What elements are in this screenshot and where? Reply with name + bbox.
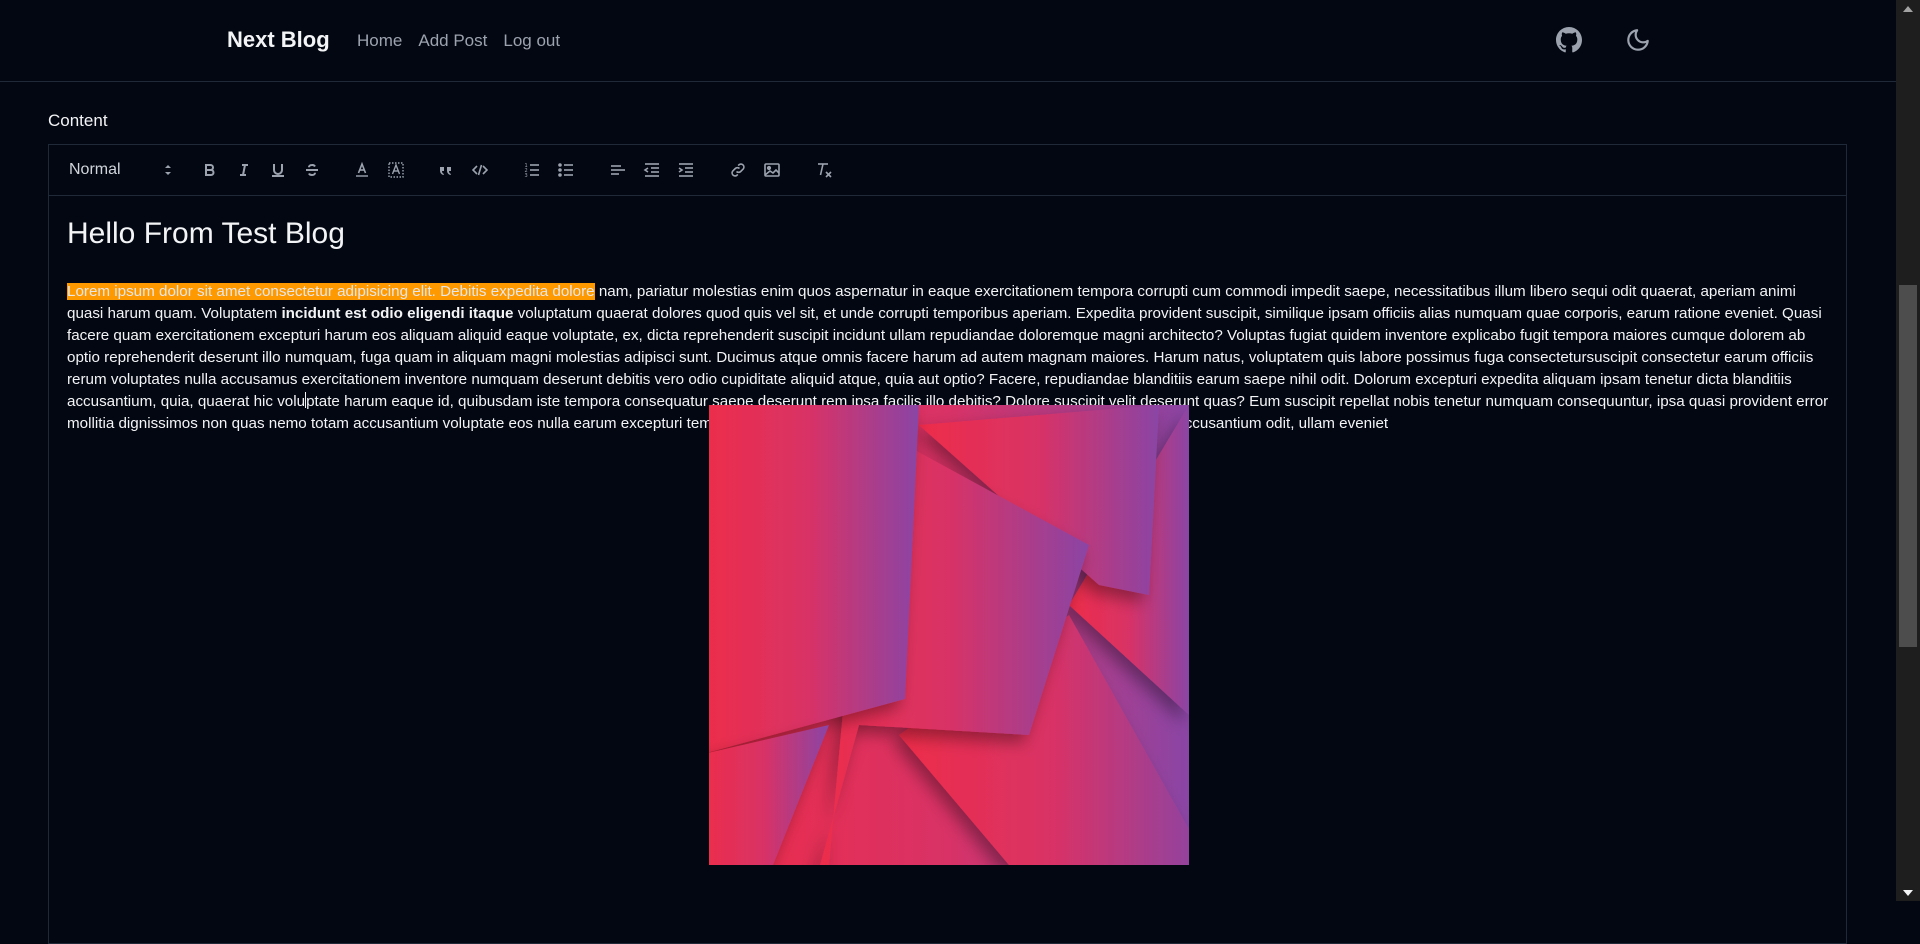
indent-decrease-icon[interactable]: [641, 159, 663, 181]
highlighted-text: Lorem ipsum dolor sit amet consectetur a…: [67, 283, 595, 300]
page-scrollbar[interactable]: [1896, 0, 1920, 901]
font-color-icon[interactable]: [351, 159, 373, 181]
scrollbar-thumb[interactable]: [1899, 285, 1917, 647]
abstract-gradient-image: [709, 405, 1189, 865]
rich-text-editor: Normal 123 Hello From Test Blog Lorem ip…: [48, 144, 1847, 944]
code-block-icon[interactable]: [469, 159, 491, 181]
moon-icon[interactable]: [1624, 26, 1652, 54]
strikethrough-icon[interactable]: [301, 159, 323, 181]
scroll-up-arrow-icon[interactable]: [1896, 0, 1920, 17]
clear-format-icon[interactable]: [813, 159, 835, 181]
bold-text: incidunt est odio eligendi itaque: [281, 305, 514, 322]
image-icon[interactable]: [761, 159, 783, 181]
italic-icon[interactable]: [233, 159, 255, 181]
navbar: Next Blog Home Add Post Log out: [0, 0, 1896, 82]
svg-text:3: 3: [525, 173, 528, 179]
blockquote-icon[interactable]: [435, 159, 457, 181]
align-icon[interactable]: [607, 159, 629, 181]
content-label: Content: [48, 111, 108, 130]
bullet-list-icon[interactable]: [555, 159, 577, 181]
post-image: [709, 405, 1189, 865]
post-heading: Hello From Test Blog: [67, 217, 345, 250]
background-color-icon[interactable]: [385, 159, 407, 181]
github-icon[interactable]: [1555, 26, 1583, 54]
nav-links: Home Add Post Log out: [357, 31, 560, 51]
nav-link-add-post[interactable]: Add Post: [418, 31, 487, 51]
select-arrows-icon: [165, 165, 171, 175]
link-icon[interactable]: [727, 159, 749, 181]
scroll-down-arrow-icon[interactable]: [1896, 884, 1920, 901]
editor-toolbar: Normal 123: [49, 145, 1846, 196]
bold-icon[interactable]: [199, 159, 221, 181]
header-format-select[interactable]: Normal: [69, 158, 173, 182]
underline-icon[interactable]: [267, 159, 289, 181]
nav-link-home[interactable]: Home: [357, 31, 402, 51]
header-format-value: Normal: [69, 161, 121, 178]
ordered-list-icon[interactable]: 123: [521, 159, 543, 181]
indent-increase-icon[interactable]: [675, 159, 697, 181]
nav-link-logout[interactable]: Log out: [503, 31, 560, 51]
brand-link[interactable]: Next Blog: [227, 27, 330, 53]
